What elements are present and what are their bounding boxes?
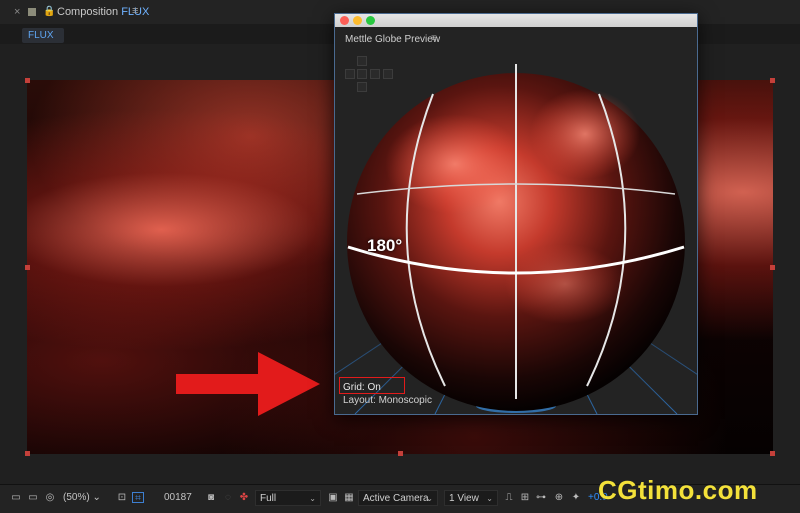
chevron-down-icon: ⌄ — [309, 494, 316, 503]
smoke-highlight — [505, 244, 625, 324]
monitor-icon[interactable]: ▭ — [27, 492, 39, 503]
annotation-arrow-body — [176, 374, 260, 394]
globe-render[interactable] — [335, 14, 697, 414]
color-channel-icon[interactable]: ✤ — [238, 492, 250, 503]
hamburger-menu-icon[interactable]: ≡ — [132, 5, 138, 17]
watermark-text: CGtimo.com — [598, 475, 758, 505]
transparency-grid-icon[interactable]: ▦ — [343, 492, 355, 503]
transform-handle[interactable] — [25, 451, 30, 456]
show-snapshot-icon[interactable]: ◌ — [222, 492, 234, 503]
close-icon[interactable]: × — [14, 6, 20, 18]
transform-handle[interactable] — [25, 265, 30, 270]
panel-title-prefix: Composition — [57, 6, 119, 18]
resolution-dropdown[interactable]: Full ⌄ — [255, 490, 321, 506]
magnification-dropdown[interactable]: (50%) ⌄ — [63, 492, 101, 503]
flowchart-icon[interactable]: ⊶ — [535, 492, 547, 503]
transform-handle[interactable] — [770, 451, 775, 456]
transform-handle[interactable] — [770, 78, 775, 83]
camera-value: Active Camera — [363, 493, 429, 504]
smoke-highlight — [385, 114, 525, 214]
fast-previews-icon[interactable]: ▣ — [327, 492, 339, 503]
magnification-value: (50%) — [63, 492, 90, 503]
grid-status-text: Grid: On — [343, 382, 381, 393]
draft-3d-icon[interactable]: ⊞ — [519, 492, 531, 503]
smoke-highlight — [530, 89, 640, 179]
layout-status-text: Layout: Monoscopic — [343, 395, 432, 406]
view-layout-value: 1 View — [449, 493, 479, 504]
toggle-pixel-aspect-icon[interactable]: ⎍ — [503, 492, 515, 503]
current-time-display[interactable]: 00187 — [164, 492, 192, 503]
chevron-down-icon: ⌄ — [486, 494, 493, 503]
label-color-swatch[interactable] — [28, 8, 36, 16]
reset-exposure-icon[interactable]: ✦ — [570, 492, 582, 503]
globe-preview-window[interactable]: Mettle Globe Preview ≡ 180° Grid: On Lay… — [334, 13, 698, 415]
tab-flux[interactable]: FLUX — [22, 28, 64, 43]
vr-goggles-icon[interactable]: ◎ — [44, 492, 56, 503]
transform-handle[interactable] — [398, 451, 403, 456]
degree-label: 180° — [367, 236, 403, 255]
chevron-down-icon: ⌄ — [92, 492, 101, 503]
annotation-arrow-head — [258, 352, 320, 416]
region-of-interest-icon[interactable]: ⌗ — [132, 492, 144, 504]
view-layout-dropdown[interactable]: 1 View ⌄ — [444, 490, 498, 506]
3d-view-icon[interactable]: ⊕ — [553, 492, 565, 503]
transform-handle[interactable] — [770, 265, 775, 270]
resolution-value: Full — [260, 493, 277, 504]
always-preview-icon[interactable]: ▭ — [10, 492, 22, 503]
chevron-down-icon: ⌄ — [426, 494, 433, 503]
camera-snapshot-icon[interactable]: ◙ — [205, 492, 217, 503]
lock-icon[interactable]: 🔒 — [43, 6, 55, 17]
fit-icon[interactable]: ⊡ — [116, 492, 128, 503]
camera-dropdown[interactable]: Active Camera ⌄ — [358, 490, 438, 506]
transform-handle[interactable] — [25, 78, 30, 83]
